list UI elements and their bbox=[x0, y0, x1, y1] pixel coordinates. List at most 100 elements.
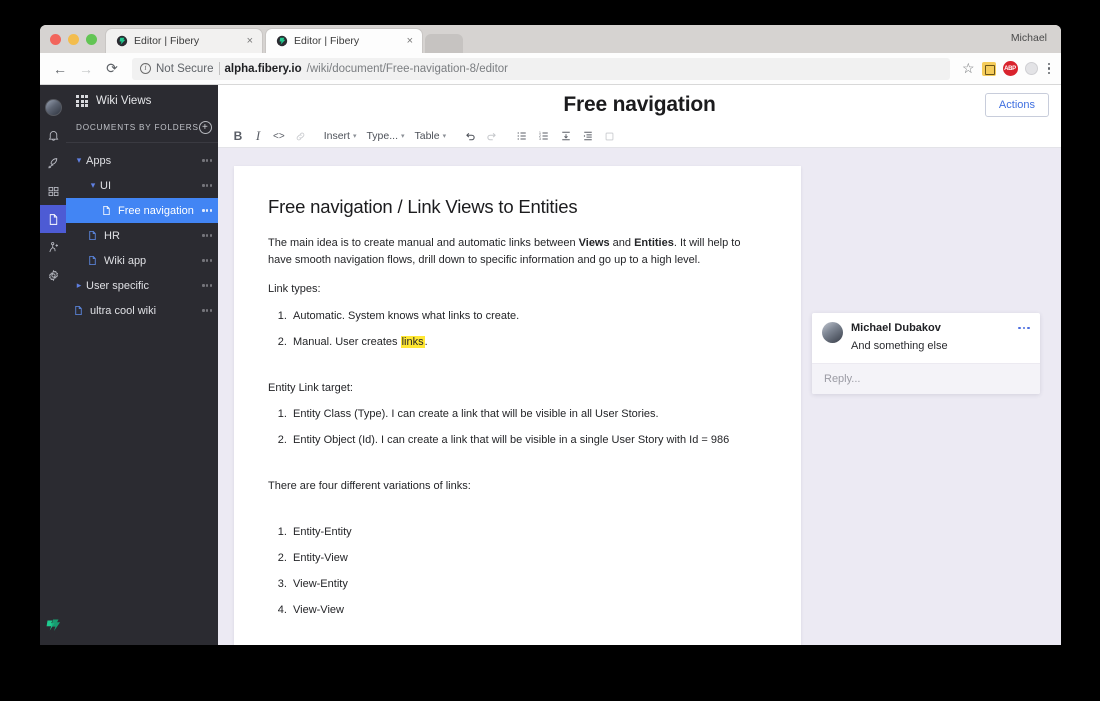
block-icon[interactable] bbox=[599, 125, 620, 148]
chevron-right-icon[interactable]: ▸ bbox=[72, 280, 86, 291]
table-dropdown[interactable]: Table ▾ bbox=[410, 125, 452, 148]
close-icon[interactable]: × bbox=[404, 35, 416, 47]
code-button[interactable]: <> bbox=[268, 125, 290, 148]
os-user-label: Michael bbox=[1010, 32, 1047, 44]
list-item: Entity Object (Id). I can create a link … bbox=[290, 432, 767, 448]
row-menu-icon[interactable] bbox=[202, 309, 212, 312]
main-content: Free navigation Actions B I <> Insert ▾ bbox=[218, 85, 1061, 645]
type-dropdown[interactable]: Type... ▾ bbox=[361, 125, 409, 148]
minimize-window-button[interactable] bbox=[68, 33, 79, 45]
list-item-text: Entity-Entity bbox=[293, 525, 352, 538]
chevron-down-icon[interactable]: ▾ bbox=[86, 180, 100, 191]
undo-icon[interactable] bbox=[459, 125, 481, 148]
tree-item-user-specific[interactable]: ▸ User specific bbox=[66, 273, 218, 298]
tree-item-label: Free navigation bbox=[118, 204, 194, 217]
info-icon[interactable] bbox=[140, 63, 151, 74]
forward-icon[interactable]: → bbox=[74, 57, 98, 81]
rail-item-apps[interactable] bbox=[40, 177, 66, 205]
browser-window: Editor | Fibery × Editor | Fibery × Mich… bbox=[40, 25, 1061, 645]
browser-tab-1[interactable]: Editor | Fibery × bbox=[105, 28, 263, 53]
bookmark-star-icon[interactable]: ☆ bbox=[962, 60, 975, 77]
reply-input[interactable]: Reply... bbox=[812, 363, 1040, 394]
comment-content: Michael Dubakov And something else bbox=[851, 322, 1030, 352]
row-menu-icon[interactable] bbox=[202, 184, 212, 187]
document-heading: Free navigation / Link Views to Entities bbox=[268, 196, 578, 217]
list-item-text: Entity-View bbox=[293, 551, 348, 564]
comment-author: Michael Dubakov bbox=[851, 322, 941, 334]
browser-menu-icon[interactable] bbox=[1045, 62, 1054, 75]
tree-item-label: ultra cool wiki bbox=[90, 304, 157, 317]
documents-sidebar: Wiki Views DOCUMENTS BY FOLDERS + ▾ Apps… bbox=[66, 85, 218, 645]
tab-title: Editor | Fibery bbox=[294, 35, 360, 47]
document-icon bbox=[47, 213, 60, 226]
document-header: Free navigation Actions bbox=[218, 85, 1061, 125]
tree-item-free-navigation[interactable]: Free navigation bbox=[66, 198, 218, 223]
back-icon[interactable]: ← bbox=[48, 57, 72, 81]
sidebar-section-header: DOCUMENTS BY FOLDERS + bbox=[66, 116, 218, 143]
insert-dropdown[interactable]: Insert ▾ bbox=[319, 125, 362, 148]
link-types-label: Link types: bbox=[268, 283, 321, 295]
entity-target-list: Entity Class (Type). I can create a link… bbox=[268, 406, 767, 448]
editor-toolbar: B I <> Insert ▾ Type... ▾ Table ▾ 1 2 3 bbox=[218, 125, 1061, 148]
automation-person-icon bbox=[47, 241, 60, 254]
sidebar-header[interactable]: Wiki Views bbox=[66, 85, 218, 116]
bold-button[interactable]: B bbox=[228, 125, 248, 148]
italic-button[interactable]: I bbox=[248, 125, 268, 148]
document-page[interactable]: Free navigation / Link Views to Entities… bbox=[234, 166, 801, 645]
row-menu-icon[interactable] bbox=[202, 234, 212, 237]
row-menu-icon[interactable] bbox=[202, 209, 212, 212]
collapse-icon[interactable] bbox=[555, 125, 577, 148]
grid-icon bbox=[76, 95, 88, 107]
close-window-button[interactable] bbox=[50, 33, 61, 45]
browser-tab-2[interactable]: Editor | Fibery × bbox=[265, 28, 423, 53]
list-item-text: Entity Class (Type). I can create a link… bbox=[293, 408, 659, 420]
comment-menu-icon[interactable] bbox=[1018, 326, 1030, 330]
entity-target-label: Entity Link target: bbox=[268, 381, 353, 394]
indent-icon[interactable] bbox=[577, 125, 599, 148]
list-item-text-post: . bbox=[424, 335, 428, 348]
actions-button[interactable]: Actions bbox=[984, 93, 1049, 117]
row-menu-icon[interactable] bbox=[202, 259, 212, 262]
url-input[interactable]: Not Secure alpha.fibery.io/wiki/document… bbox=[132, 57, 950, 80]
extension-gray-icon[interactable] bbox=[1024, 62, 1038, 75]
new-tab-button[interactable] bbox=[425, 34, 463, 53]
add-document-button[interactable]: + bbox=[198, 121, 212, 134]
tree-item-ultra-cool-wiki[interactable]: ultra cool wiki bbox=[66, 298, 218, 323]
chevron-down-icon[interactable]: ▾ bbox=[72, 155, 86, 166]
intro-bold-views: Views bbox=[578, 237, 610, 249]
redo-icon[interactable] bbox=[481, 125, 503, 148]
rocket-icon bbox=[47, 157, 60, 170]
row-menu-icon[interactable] bbox=[202, 159, 212, 162]
rail-item-automations[interactable] bbox=[40, 233, 66, 261]
url-host: alpha.fibery.io bbox=[224, 62, 302, 75]
tree-item-label: UI bbox=[100, 179, 111, 192]
maximize-window-button[interactable] bbox=[86, 33, 97, 45]
extension-icon[interactable] bbox=[981, 61, 996, 76]
close-icon[interactable]: × bbox=[244, 35, 256, 47]
type-label: Type... bbox=[366, 130, 398, 142]
security-status-label: Not Secure bbox=[156, 62, 214, 75]
avatar bbox=[822, 322, 843, 343]
link-icon[interactable] bbox=[290, 125, 311, 148]
adblock-icon[interactable]: ABP bbox=[1002, 61, 1018, 76]
omnibox-actions: ☆ ABP bbox=[958, 60, 1053, 77]
tree-item-ui[interactable]: ▾ UI bbox=[66, 173, 218, 198]
tab-strip: Editor | Fibery × Editor | Fibery × Mich… bbox=[40, 25, 1061, 53]
intro-text-mid: and bbox=[609, 237, 635, 249]
bullet-list-icon[interactable] bbox=[511, 125, 533, 148]
rail-item-avatar[interactable] bbox=[40, 93, 66, 121]
rail-item-settings[interactable] bbox=[40, 261, 66, 289]
tree-item-hr[interactable]: HR bbox=[66, 223, 218, 248]
reload-icon[interactable]: ⟳ bbox=[100, 57, 124, 81]
chevron-down-icon: ▾ bbox=[400, 133, 405, 140]
tree-item-label: Wiki app bbox=[104, 254, 147, 267]
tree-item-apps[interactable]: ▾ Apps bbox=[66, 148, 218, 173]
row-menu-icon[interactable] bbox=[202, 284, 212, 287]
list-item-text: Entity Object (Id). I can create a link … bbox=[293, 434, 730, 446]
rail-item-whats-new[interactable] bbox=[40, 149, 66, 177]
numbered-list-icon[interactable]: 1 2 3 bbox=[533, 125, 555, 148]
tree-item-wiki-app[interactable]: Wiki app bbox=[66, 248, 218, 273]
rail-item-documents[interactable] bbox=[40, 205, 66, 233]
rail-item-notifications[interactable] bbox=[40, 121, 66, 149]
